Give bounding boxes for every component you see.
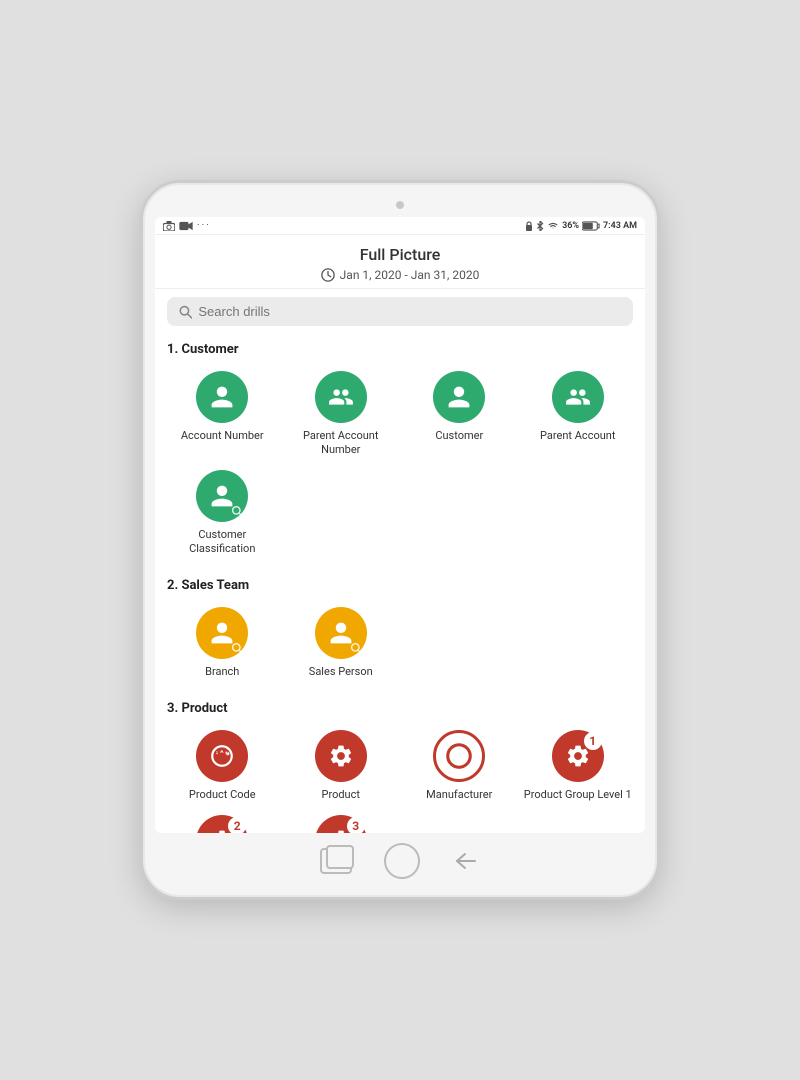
more-dots: ··· [197, 220, 211, 231]
sales-team-grid: Branch Sales Person [155, 597, 645, 693]
drill-item-account-number[interactable]: Account Number [163, 365, 282, 464]
product-code-label: Product Code [189, 788, 256, 802]
tablet-camera [396, 201, 404, 209]
manufacturer-label: Manufacturer [426, 788, 492, 802]
tablet-nav-bar [320, 833, 480, 885]
drill-item-product-group-level-3[interactable]: 3 Product Group Level 3 [282, 809, 401, 833]
battery-percent: 36% [562, 221, 579, 231]
branch-label: Branch [205, 665, 239, 679]
parent-account-number-icon [315, 371, 367, 423]
product-grid: Product Code Product Manufacturer [155, 720, 645, 833]
drill-item-product-group-level-1[interactable]: 1 Product Group Level 1 [519, 724, 638, 808]
badge-2: 2 [228, 817, 246, 833]
parent-account-number-label: Parent Account Number [286, 429, 397, 458]
search-input[interactable] [198, 304, 621, 319]
account-number-label: Account Number [181, 429, 264, 443]
product-group-level-1-icon: 1 [552, 730, 604, 782]
customer-label: Customer [435, 429, 483, 443]
wifi-icon [547, 221, 559, 230]
tablet-screen: ··· 36% 7:43 AM Full Picture [155, 217, 645, 833]
status-right-info: 36% 7:43 AM [525, 221, 637, 231]
product-label: Product [322, 788, 360, 802]
drill-item-parent-account[interactable]: Parent Account [519, 365, 638, 464]
product-icon [315, 730, 367, 782]
parent-account-label: Parent Account [540, 429, 615, 443]
badge-1: 1 [584, 732, 602, 750]
camera-icon [163, 221, 175, 231]
product-code-icon [196, 730, 248, 782]
product-group-level-3-icon: 3 [315, 815, 367, 833]
lock-icon [525, 221, 533, 231]
parent-account-icon [552, 371, 604, 423]
nav-home-button[interactable] [384, 843, 420, 879]
drill-item-manufacturer[interactable]: Manufacturer [400, 724, 519, 808]
screen-content: Full Picture Jan 1, 2020 - Jan 31, 2020 [155, 235, 645, 833]
manufacturer-icon [433, 730, 485, 782]
customer-grid: Account Number Parent Account Number Cus… [155, 361, 645, 570]
bluetooth-icon [536, 221, 544, 231]
branch-icon [196, 607, 248, 659]
drill-item-parent-account-number[interactable]: Parent Account Number [282, 365, 401, 464]
battery-icon [582, 221, 600, 231]
drill-item-product-code[interactable]: Product Code [163, 724, 282, 808]
header-section: Full Picture Jan 1, 2020 - Jan 31, 2020 [155, 235, 645, 289]
date-range-text: Jan 1, 2020 - Jan 31, 2020 [340, 268, 480, 282]
page-title: Full Picture [171, 245, 629, 264]
drill-item-sales-person[interactable]: Sales Person [282, 601, 401, 685]
section-sales-team-title: 2. Sales Team [155, 570, 645, 597]
time-display: 7:43 AM [603, 221, 637, 231]
customer-icon [433, 371, 485, 423]
section-sales-team: 2. Sales Team Branch [155, 570, 645, 693]
drill-item-product[interactable]: Product [282, 724, 401, 808]
drill-item-branch[interactable]: Branch [163, 601, 282, 685]
clock-icon [321, 268, 335, 282]
section-customer-title: 1. Customer [155, 334, 645, 361]
nav-back-button[interactable] [452, 847, 480, 875]
badge-3: 3 [347, 817, 365, 833]
section-product-title: 3. Product [155, 693, 645, 720]
video-icon [179, 221, 193, 231]
search-bar[interactable] [167, 297, 633, 326]
drill-item-customer[interactable]: Customer [400, 365, 519, 464]
sales-person-label: Sales Person [309, 665, 373, 679]
status-bar: ··· 36% 7:43 AM [155, 217, 645, 235]
drill-item-customer-classification[interactable]: Customer Classification [163, 464, 282, 563]
sales-person-icon [315, 607, 367, 659]
section-customer: 1. Customer Account Number Parent Accoun… [155, 334, 645, 570]
customer-classification-icon [196, 470, 248, 522]
search-icon [179, 305, 192, 319]
nav-recents-button[interactable] [320, 848, 352, 874]
product-group-level-1-label: Product Group Level 1 [524, 788, 632, 802]
section-product: 3. Product Product Code Product [155, 693, 645, 833]
customer-classification-label: Customer Classification [167, 528, 278, 557]
drill-item-product-group-level-2[interactable]: 2 Product Group Level 2 [163, 809, 282, 833]
date-range: Jan 1, 2020 - Jan 31, 2020 [171, 268, 629, 282]
status-left-icons: ··· [163, 220, 211, 231]
product-group-level-2-icon: 2 [196, 815, 248, 833]
tablet-device: ··· 36% 7:43 AM Full Picture [140, 180, 660, 900]
account-number-icon [196, 371, 248, 423]
